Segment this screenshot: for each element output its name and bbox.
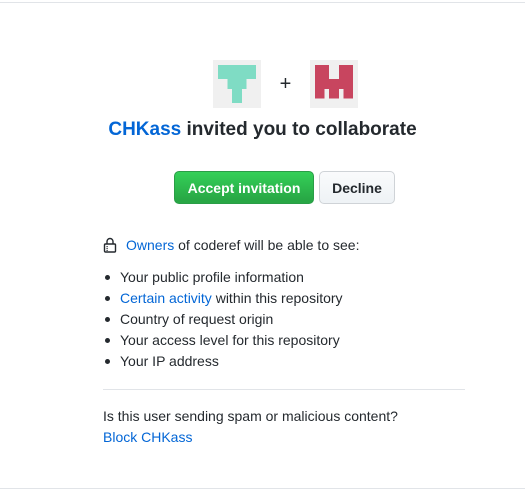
permissions-heading: Owners of coderef will be able to see:	[103, 237, 359, 253]
decline-button[interactable]: Decline	[319, 171, 395, 204]
section-divider	[103, 389, 465, 390]
bullet-icon	[105, 317, 110, 322]
list-item: Country of request origin	[103, 309, 343, 330]
bullet-icon	[105, 275, 110, 280]
block-user-link[interactable]: Block CHKass	[103, 429, 192, 445]
list-item: Certain activity within this repository	[103, 288, 343, 309]
inviter-avatar[interactable]	[213, 60, 261, 108]
owners-link[interactable]: Owners	[126, 237, 174, 253]
permission-text: Your IP address	[120, 353, 219, 369]
bottom-divider	[0, 488, 525, 489]
lock-icon	[103, 237, 117, 253]
avatars-row: +	[213, 60, 358, 108]
invitation-actions: Accept invitation Decline	[174, 171, 395, 204]
bullet-icon	[105, 338, 110, 343]
inviter-link[interactable]: CHKass	[108, 119, 181, 140]
top-divider	[0, 2, 525, 3]
accept-invitation-button[interactable]: Accept invitation	[174, 171, 314, 204]
list-item: Your public profile information	[103, 267, 343, 288]
permission-text: Your public profile information	[120, 269, 304, 285]
list-item: Your access level for this repository	[103, 330, 343, 351]
certain-activity-link[interactable]: Certain activity	[120, 288, 212, 309]
bullet-icon	[105, 359, 110, 364]
spam-question: Is this user sending spam or malicious c…	[103, 408, 398, 424]
repo-avatar[interactable]	[310, 60, 358, 108]
plus-sign: +	[279, 73, 292, 95]
permission-text: within this repository	[211, 290, 343, 306]
permission-text: Country of request origin	[120, 311, 274, 327]
bullet-icon	[105, 296, 110, 301]
permissions-list: Your public profile information Certain …	[103, 267, 343, 372]
invitation-page: + CHKass invited you to collaborate Acce…	[0, 0, 525, 493]
list-item: Your IP address	[103, 351, 343, 372]
permissions-heading-text: of coderef will be able to see:	[174, 237, 360, 253]
invitation-title: CHKass invited you to collaborate	[0, 119, 525, 141]
invitation-title-text: invited you to collaborate	[181, 119, 417, 140]
permission-text: Your access level for this repository	[120, 332, 340, 348]
